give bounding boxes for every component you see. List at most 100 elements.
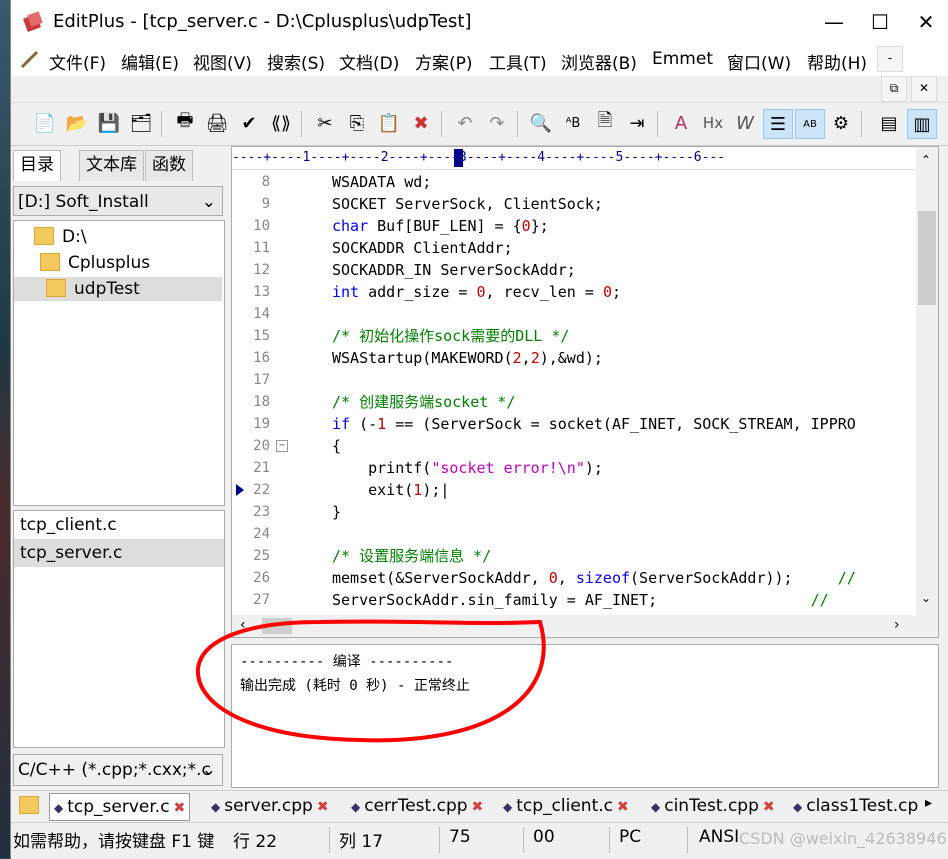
status-chars: 75: [449, 827, 471, 847]
menu-window[interactable]: 窗口(W): [727, 49, 791, 74]
status-bar: 如需帮助，请按键盘 F1 键 行 22 列 17 75 00 PC ANSI C…: [11, 822, 948, 859]
file-diamond-icon: ◆: [351, 800, 361, 814]
doc-tab-cerrtest[interactable]: ◆ cerrTest.cpp ✖: [351, 793, 483, 819]
file-item-tcp-client[interactable]: tcp_client.c: [14, 511, 224, 539]
doc-tab-tcp-server[interactable]: ◆ tcp_server.c ✖: [49, 793, 191, 821]
directory-tree: D:\ Cplusplus udpTest: [13, 220, 225, 506]
code-text: WSADATA wd; SOCKET ServerSock, ClientSoc…: [332, 173, 856, 609]
paste-icon[interactable]: 📋: [375, 109, 403, 137]
chevron-down-icon: ⌄: [201, 192, 216, 212]
status-selection: 00: [533, 827, 555, 847]
replace-icon[interactable]: ᴬB: [559, 109, 587, 137]
copy-icon[interactable]: ⎘: [343, 109, 371, 137]
drive-select[interactable]: [D:] Soft_Install ⌄: [13, 186, 223, 216]
browser-preview-icon[interactable]: ⟪⟫: [267, 109, 295, 137]
chevron-down-icon: ⌄: [201, 760, 216, 780]
menu-search[interactable]: 搜索(S): [267, 49, 325, 74]
font-icon[interactable]: A: [667, 109, 695, 137]
file-diamond-icon: ◆: [211, 800, 221, 814]
maximize-button[interactable]: ☐: [857, 0, 903, 44]
spellcheck-icon[interactable]: ✔: [235, 109, 263, 137]
folder-icon[interactable]: [15, 793, 43, 819]
mdi-restore-button[interactable]: ⧉: [881, 76, 907, 102]
menu-emmet[interactable]: Emmet: [652, 49, 713, 69]
save-all-icon[interactable]: 🗂: [127, 109, 155, 137]
word-wrap-icon[interactable]: W: [731, 109, 759, 137]
print-preview-icon[interactable]: 🖶: [171, 109, 199, 137]
find-in-files-icon[interactable]: 🗎: [591, 109, 619, 137]
pen-icon: [20, 50, 39, 69]
delete-icon[interactable]: ✖: [407, 109, 435, 137]
menu-project[interactable]: 方案(P): [415, 49, 473, 74]
tab-scroll-right-icon[interactable]: ▸: [925, 795, 932, 811]
menu-file[interactable]: 文件(F): [49, 49, 106, 74]
folder-icon: [46, 279, 66, 297]
output-line-header: ---------- 编译 ----------: [240, 654, 454, 670]
scroll-up-icon[interactable]: ⌃: [921, 153, 931, 167]
tab-functions[interactable]: 函数: [145, 150, 193, 181]
close-tab-icon: ✖: [616, 799, 629, 815]
status-eol: PC: [619, 827, 642, 847]
mdi-close-button[interactable]: ✕: [911, 76, 937, 102]
menu-tools[interactable]: 工具(T): [489, 49, 547, 74]
column-select-icon[interactable]: AB: [795, 109, 825, 139]
menu-help[interactable]: 帮助(H): [807, 49, 867, 74]
vertical-scroll-thumb[interactable]: [918, 211, 936, 305]
vertical-scrollbar[interactable]: ⌃ ⌄: [916, 147, 938, 615]
close-tab-icon: ✖: [316, 799, 329, 815]
preferences-gear-icon[interactable]: ⚙: [827, 109, 855, 137]
output-window: ---------- 编译 ---------- 输出完成 (耗时 0 秒) -…: [231, 644, 939, 788]
print-icon[interactable]: 🖨: [203, 109, 231, 137]
tree-item-cplusplus[interactable]: Cplusplus: [40, 251, 150, 275]
undo-icon[interactable]: ↶: [451, 109, 479, 137]
scroll-down-icon[interactable]: ⌄: [921, 591, 931, 605]
tree-item-udptest[interactable]: udpTest: [14, 277, 222, 301]
title-bar: EditPlus - [tcp_server.c - D:\Cplusplus\…: [11, 0, 948, 44]
scroll-right-icon[interactable]: ›: [894, 617, 900, 633]
status-help: 如需帮助，请按键盘 F1 键: [13, 832, 215, 852]
tree-item-d[interactable]: D:\: [34, 225, 87, 249]
fold-toggle-icon[interactable]: −: [276, 440, 288, 452]
output-window-icon[interactable]: ▤: [875, 109, 903, 137]
line-numbers-icon[interactable]: ☰: [763, 109, 793, 139]
cut-icon[interactable]: ✂: [311, 109, 339, 137]
find-icon[interactable]: 🔍: [527, 109, 555, 137]
menu-document[interactable]: 文档(D): [339, 49, 399, 74]
ruler-cursor: [454, 149, 463, 167]
new-file-icon[interactable]: 📄: [31, 109, 59, 137]
status-column: 列 17: [339, 832, 384, 852]
tab-directory[interactable]: 目录: [13, 150, 61, 181]
doc-tab-server-cpp[interactable]: ◆ server.cpp ✖: [211, 793, 329, 819]
directory-window-icon[interactable]: ▥: [907, 109, 937, 139]
menu-browser[interactable]: 浏览器(B): [561, 49, 637, 74]
redo-icon[interactable]: ↷: [483, 109, 511, 137]
status-line: 行 22: [233, 832, 278, 852]
minimize-button[interactable]: —: [811, 0, 857, 44]
current-line-marker-icon: [236, 484, 244, 496]
scroll-left-icon[interactable]: ‹: [240, 617, 246, 633]
menu-edit[interactable]: 编辑(E): [121, 49, 179, 74]
tab-cliptext[interactable]: 文本库: [79, 150, 144, 181]
file-diamond-icon: ◆: [793, 800, 803, 814]
close-button[interactable]: ✕: [903, 0, 948, 44]
drive-select-value: [D:] Soft_Install: [18, 192, 149, 212]
code-editor[interactable]: ----+----1----+----2----+----3----+----4…: [231, 146, 939, 638]
doc-tab-class1test[interactable]: ◆ class1Test.cp: [793, 793, 918, 819]
watermark: CSDN @weixin_42638946: [739, 829, 947, 848]
open-folder-icon[interactable]: 📂: [63, 109, 91, 137]
file-type-filter-value: C/C++ (*.cpp;*.cxx;*.c: [18, 760, 211, 780]
file-item-tcp-server[interactable]: tcp_server.c: [14, 539, 224, 567]
save-icon[interactable]: 💾: [95, 109, 123, 137]
doc-tab-cintest[interactable]: ◆ cinTest.cpp ✖: [651, 793, 775, 819]
file-type-filter[interactable]: C/C++ (*.cpp;*.cxx;*.c ⌄: [13, 754, 223, 786]
file-diamond-icon: ◆: [503, 800, 513, 814]
mdi-minimize-button[interactable]: -: [877, 46, 903, 72]
menu-view[interactable]: 视图(V): [193, 49, 252, 74]
file-list: tcp_client.c tcp_server.c: [13, 510, 225, 748]
horizontal-scrollbar[interactable]: ‹ ›: [232, 615, 938, 637]
goto-line-icon[interactable]: ⇥: [623, 109, 651, 137]
doc-tab-tcp-client[interactable]: ◆ tcp_client.c ✖: [503, 793, 629, 819]
window-title: EditPlus - [tcp_server.c - D:\Cplusplus\…: [53, 11, 472, 32]
hex-view-icon[interactable]: Hx: [699, 109, 727, 137]
horizontal-scroll-thumb[interactable]: [262, 618, 292, 634]
